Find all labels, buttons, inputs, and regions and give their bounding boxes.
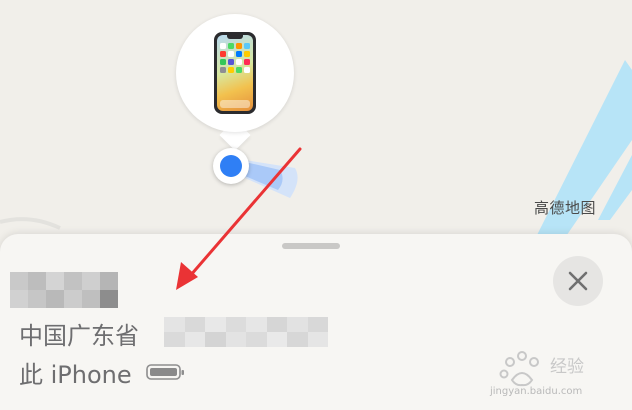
- close-icon: [568, 271, 588, 291]
- close-button[interactable]: [553, 256, 603, 306]
- battery-icon: [146, 364, 184, 380]
- iphone-icon: [214, 32, 256, 114]
- location-dot[interactable]: [213, 148, 249, 184]
- svg-text:经验: 经验: [550, 357, 584, 377]
- address-text: 中国广东省: [19, 322, 139, 350]
- owner-name-redacted: [10, 272, 118, 308]
- sheet-grabber[interactable]: [282, 243, 340, 249]
- map-attribution: 高德地图: [534, 199, 597, 217]
- watermark-text: jingyan.baidu.com: [490, 386, 583, 397]
- address-redacted: [164, 317, 328, 347]
- device-name: 此 iPhone: [19, 361, 132, 389]
